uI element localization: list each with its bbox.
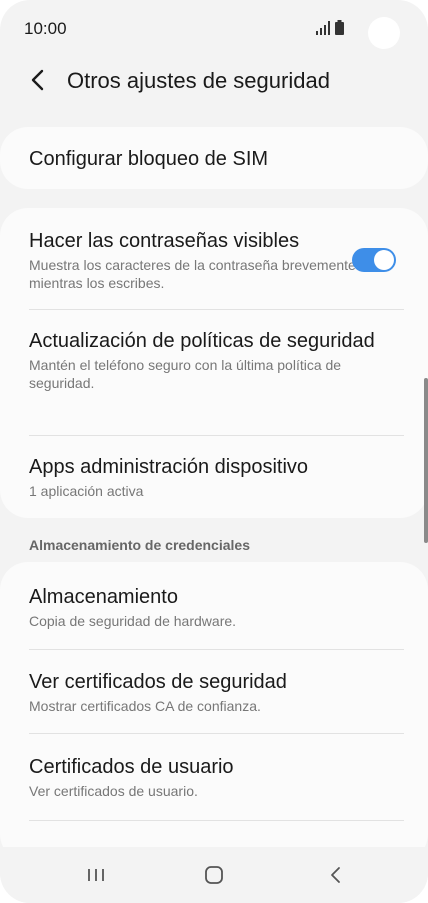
device-admin-apps-item[interactable]: Apps administración dispositivo 1 aplica… (29, 454, 404, 500)
visible-passwords-subtitle: Muestra los caracteres de la contraseña … (29, 257, 356, 291)
app-header: Otros ajustes de seguridad (0, 58, 428, 104)
visible-passwords-toggle[interactable] (352, 248, 396, 272)
security-policy-title: Actualización de políticas de seguridad (29, 330, 375, 352)
back-icon[interactable] (320, 859, 352, 891)
home-icon[interactable] (198, 859, 230, 891)
view-security-certificates-item[interactable]: Ver certificados de seguridad Mostrar ce… (29, 669, 404, 715)
visible-passwords-item[interactable]: Hacer las contraseñas visibles Muestra l… (29, 228, 358, 292)
status-time: 10:00 (24, 19, 67, 38)
device-admin-title: Apps administración dispositivo (29, 456, 309, 478)
back-arrow-icon[interactable] (24, 66, 52, 94)
device-admin-subtitle: 1 aplicación activa (29, 483, 144, 499)
storage-item[interactable]: Almacenamiento Copia de seguridad de har… (29, 584, 404, 630)
credentials-card: Almacenamiento Copia de seguridad de har… (0, 562, 428, 862)
signal-icon (316, 21, 330, 35)
user-certificates-item[interactable]: Certificados de usuario Ver certificados… (29, 754, 404, 800)
toggle-knob (374, 250, 394, 270)
battery-icon (335, 20, 344, 35)
credentials-section-label: Almacenamiento de credenciales (29, 537, 250, 553)
recent-apps-icon[interactable] (80, 859, 112, 891)
sim-lock-item[interactable]: Configurar bloqueo de SIM (29, 146, 404, 172)
sim-lock-card: Configurar bloqueo de SIM (0, 127, 428, 189)
storage-subtitle: Copia de seguridad de hardware. (29, 613, 237, 629)
user-certificates-subtitle: Ver certificados de usuario. (29, 783, 198, 799)
status-bar: 10:00 (0, 0, 428, 58)
divider (29, 435, 404, 436)
divider (29, 309, 404, 310)
divider (29, 820, 404, 821)
view-certificates-title: Ver certificados de seguridad (29, 671, 287, 693)
phone-screen: 10:00 Otros ajustes de seguridad Configu… (0, 0, 428, 903)
divider (29, 649, 404, 650)
page-title: Otros ajustes de seguridad (67, 68, 330, 93)
camera-cutout (368, 17, 400, 49)
security-policy-subtitle: Mantén el teléfono seguro con la última … (29, 357, 342, 391)
view-certificates-subtitle: Mostrar certificados CA de confianza. (29, 698, 261, 714)
scrollbar[interactable] (424, 378, 428, 543)
storage-title: Almacenamiento (29, 586, 178, 608)
divider (29, 733, 404, 734)
navigation-bar (0, 847, 428, 903)
security-settings-card: Hacer las contraseñas visibles Muestra l… (0, 208, 428, 518)
sim-lock-title: Configurar bloqueo de SIM (29, 148, 269, 170)
user-certificates-title: Certificados de usuario (29, 756, 234, 778)
visible-passwords-title: Hacer las contraseñas visibles (29, 230, 300, 252)
security-policy-update-item[interactable]: Actualización de políticas de seguridad … (29, 328, 404, 392)
